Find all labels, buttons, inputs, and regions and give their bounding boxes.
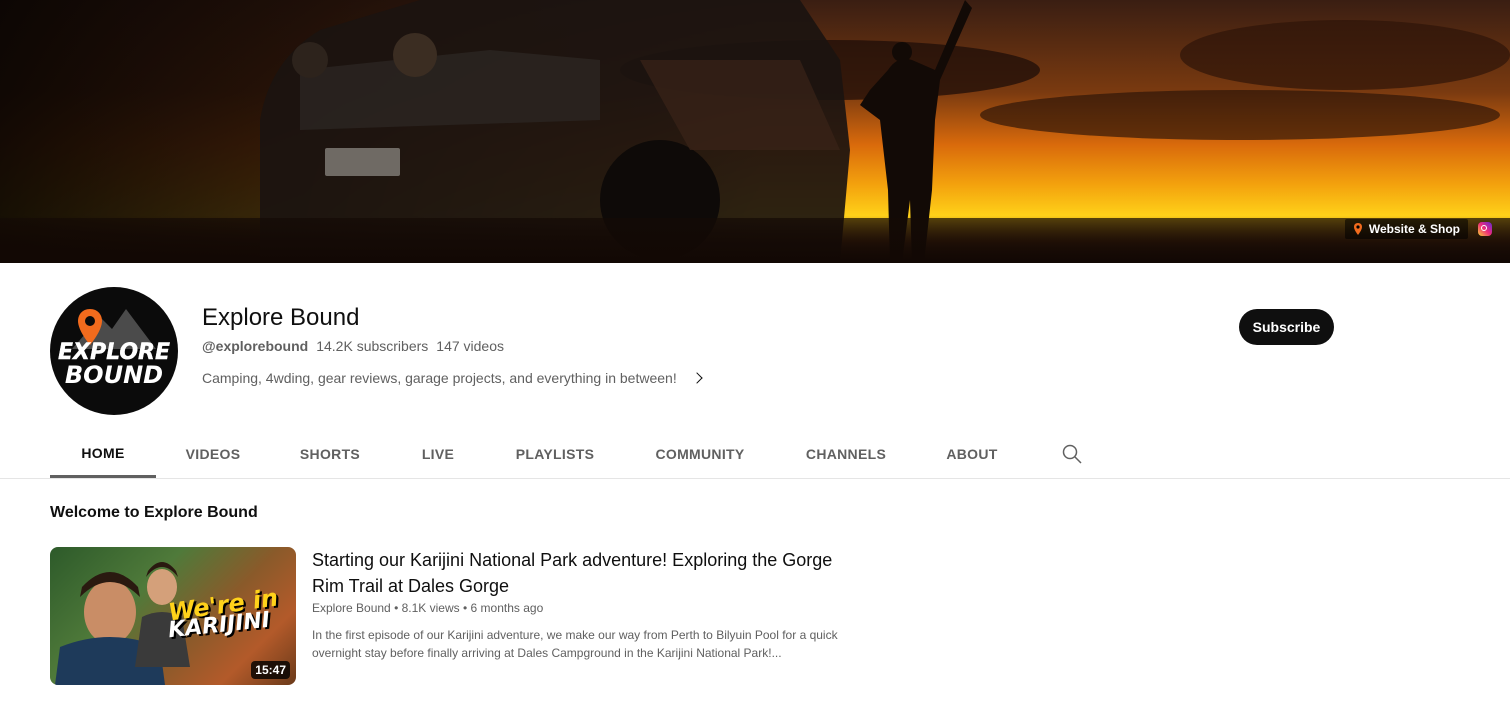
tab-videos[interactable]: VIDEOS xyxy=(156,430,270,478)
channel-banner: Website & Shop xyxy=(0,0,1510,263)
video-channel[interactable]: Explore Bound xyxy=(312,601,391,615)
video-thumbnail[interactable]: We're in KARIJINI 15:47 xyxy=(50,547,296,685)
channel-name: Explore Bound xyxy=(202,304,360,331)
tab-about[interactable]: ABOUT xyxy=(916,430,1028,478)
section-title: Welcome to Explore Bound xyxy=(50,504,258,521)
subscriber-count: 14.2K subscribers xyxy=(316,338,429,354)
tab-home[interactable]: HOME xyxy=(50,430,156,478)
tab-live[interactable]: LIVE xyxy=(390,430,486,478)
video-title[interactable]: Starting our Karijini National Park adve… xyxy=(312,547,852,599)
channel-tabs: HOME VIDEOS SHORTS LIVE PLAYLISTS COMMUN… xyxy=(50,430,1028,478)
channel-description[interactable]: Camping, 4wding, gear reviews, garage pr… xyxy=(202,369,703,387)
video-age: 6 months ago xyxy=(470,601,544,615)
tab-channels[interactable]: CHANNELS xyxy=(776,430,916,478)
website-shop-link[interactable]: Website & Shop xyxy=(1344,219,1468,239)
subscribe-button[interactable]: Subscribe xyxy=(1239,309,1334,345)
banner-links: Website & Shop xyxy=(1344,219,1492,239)
link-favicon-icon xyxy=(1353,223,1363,235)
video-duration: 15:47 xyxy=(251,661,290,679)
channel-handle: @explorebound xyxy=(202,338,309,354)
video-views: 8.1K views xyxy=(401,601,460,615)
tab-shorts[interactable]: SHORTS xyxy=(270,430,390,478)
avatar[interactable]: EXPLORE BOUND xyxy=(50,287,178,415)
video-count: 147 videos xyxy=(436,338,504,354)
video-meta: Explore Bound • 8.1K views • 6 months ag… xyxy=(312,600,543,616)
channel-meta: @explorebound 14.2K subscribers 147 vide… xyxy=(202,337,504,355)
tab-community[interactable]: COMMUNITY xyxy=(624,430,776,478)
search-icon[interactable] xyxy=(1060,442,1084,466)
video-description: In the first episode of our Karijini adv… xyxy=(312,628,838,660)
avatar-text-2: BOUND xyxy=(65,361,163,389)
tabs-divider xyxy=(0,478,1510,479)
meta-separator: • xyxy=(394,601,399,615)
website-shop-label: Website & Shop xyxy=(1368,222,1460,236)
channel-description-text: Camping, 4wding, gear reviews, garage pr… xyxy=(202,370,677,386)
meta-separator: • xyxy=(463,601,468,615)
chevron-right-icon xyxy=(691,372,703,384)
tab-playlists[interactable]: PLAYLISTS xyxy=(486,430,624,478)
instagram-icon[interactable] xyxy=(1478,222,1492,236)
